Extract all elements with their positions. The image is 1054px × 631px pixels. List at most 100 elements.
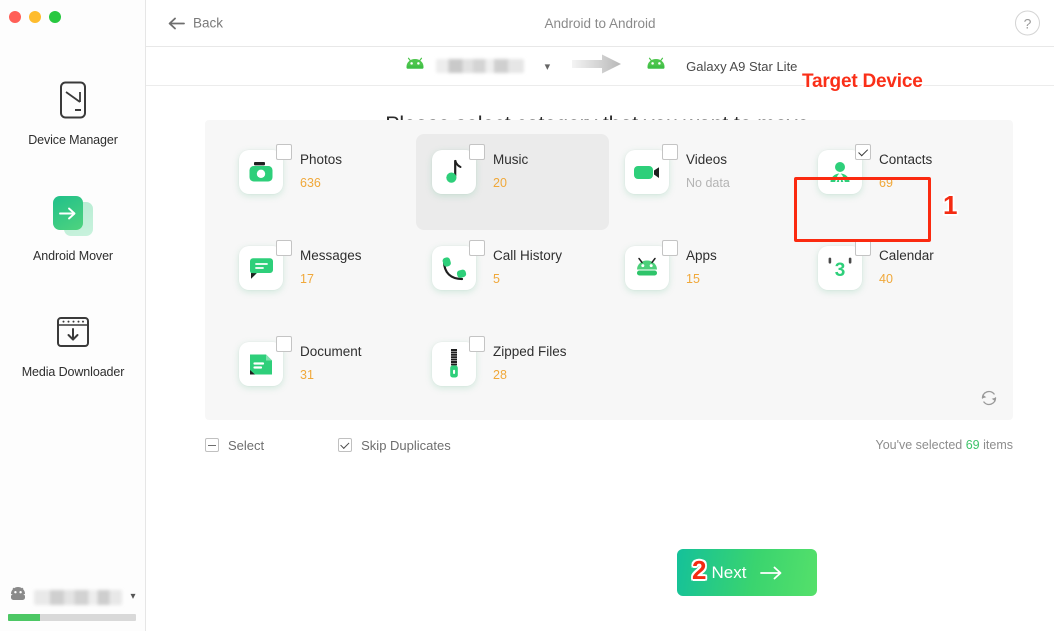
category-name: Music (493, 152, 529, 167)
category-text: Zipped Files 28 (493, 342, 567, 382)
category-card-music[interactable]: Music 20 (416, 134, 609, 230)
arrow-left-icon (168, 17, 185, 29)
sidebar-device-status[interactable]: ▾ (0, 579, 146, 631)
chevron-down-icon[interactable]: ▾ (128, 592, 138, 602)
category-count: 636 (300, 176, 321, 190)
category-card-calendar[interactable]: 3 Calendar 40 (802, 230, 995, 326)
category-card-contacts[interactable]: Contacts 69 (802, 134, 995, 230)
storage-progress-fill (8, 614, 40, 621)
svg-text:3: 3 (835, 260, 846, 281)
category-count: 20 (493, 176, 507, 190)
category-count: 28 (493, 368, 507, 382)
storage-progress-bar (8, 614, 136, 621)
zoom-window-button[interactable] (49, 11, 61, 23)
category-checkbox[interactable] (276, 144, 292, 160)
select-all-checkbox[interactable] (205, 438, 219, 452)
selected-prefix: You've selected (875, 438, 963, 452)
category-checkbox[interactable] (469, 336, 485, 352)
category-card-document[interactable]: Document 31 (223, 326, 416, 422)
category-card-apps[interactable]: Apps 15 (609, 230, 802, 326)
category-icon-wrap (818, 144, 871, 194)
source-device-selector[interactable]: ▾ (403, 57, 551, 76)
source-device-name (435, 59, 524, 73)
select-all-label: Select (228, 437, 265, 453)
selected-items-status: You've selected 69 items (876, 438, 1013, 452)
sidebar-item-device-manager[interactable]: Device Manager (0, 63, 146, 157)
category-grid: Photos 636 Music 20 Videos No data Contacts 69 M… (205, 120, 1013, 422)
category-icon-wrap: 3 (818, 240, 871, 290)
category-name: Apps (686, 248, 717, 263)
category-card-call-history[interactable]: Call History 5 (416, 230, 609, 326)
category-icon-wrap (625, 240, 678, 290)
sidebar-item-android-mover[interactable]: Android Mover (0, 179, 146, 273)
select-all-control[interactable]: Select (205, 438, 264, 453)
category-text: Photos 636 (300, 150, 342, 190)
close-window-button[interactable] (9, 11, 21, 23)
window-traffic-lights (9, 11, 61, 23)
sidebar-item-media-downloader[interactable]: Media Downloader (0, 295, 146, 389)
category-card-zipped-files[interactable]: Zipped Files 28 (416, 326, 609, 422)
help-button[interactable]: ? (1015, 10, 1040, 36)
transfer-direction-arrow-icon (572, 53, 622, 80)
category-text: Document 31 (300, 342, 362, 382)
media-downloader-icon (50, 309, 96, 355)
category-count: No data (686, 176, 730, 190)
category-icon-wrap (625, 144, 678, 194)
category-name: Call History (493, 248, 563, 263)
sidebar-item-label: Android Mover (33, 249, 113, 263)
category-checkbox[interactable] (855, 144, 871, 160)
category-text: Contacts 69 (879, 150, 932, 190)
category-text: Calendar 40 (879, 246, 934, 286)
refresh-icon[interactable] (979, 388, 999, 408)
category-checkbox[interactable] (276, 336, 292, 352)
selected-suffix: items (983, 438, 1013, 452)
category-count: 40 (879, 272, 893, 286)
minimize-window-button[interactable] (29, 11, 41, 23)
phone-outline-icon (50, 77, 96, 123)
category-card-photos[interactable]: Photos 636 (223, 134, 416, 230)
sidebar-item-label: Device Manager (28, 133, 118, 147)
category-name: Document (300, 344, 362, 359)
category-text: Music 20 (493, 150, 528, 190)
category-text: Call History 5 (493, 246, 562, 286)
skip-duplicates-control[interactable]: Skip Duplicates (338, 438, 451, 453)
sidebar: Device Manager Android Mover Media Downl… (0, 0, 146, 631)
category-count: 69 (879, 176, 893, 190)
target-device-chip: Galaxy A9 Star Lite (644, 57, 797, 76)
category-count: 31 (300, 368, 314, 382)
android-head-icon (403, 57, 427, 76)
skip-duplicates-checkbox[interactable] (338, 438, 353, 452)
annotation-step-1: 1 (943, 190, 958, 220)
category-icon-wrap (239, 144, 292, 194)
target-device-name: Galaxy A9 Star Lite (686, 58, 798, 74)
chevron-down-icon[interactable]: ▾ (545, 60, 551, 73)
target-device-annotation: Target Device (802, 71, 923, 92)
android-robot-icon (8, 587, 28, 607)
category-checkbox[interactable] (276, 240, 292, 256)
selected-count: 69 (965, 438, 980, 452)
sidebar-item-label: Media Downloader (21, 365, 125, 379)
category-card-messages[interactable]: Messages 17 (223, 230, 416, 326)
category-count: 17 (300, 272, 314, 286)
back-button[interactable]: Back (168, 16, 223, 31)
category-icon-wrap (432, 240, 485, 290)
sidebar-nav: Device Manager Android Mover Media Downl… (0, 63, 146, 411)
category-checkbox[interactable] (469, 240, 485, 256)
category-name: Photos (300, 152, 343, 167)
category-checkbox[interactable] (662, 240, 678, 256)
category-name: Contacts (879, 152, 933, 167)
main-content: Back Android to Android ? ▾ Galaxy A9 St… (146, 0, 1054, 631)
category-checkbox[interactable] (855, 240, 871, 256)
category-icon-wrap (432, 144, 485, 194)
category-checkbox[interactable] (469, 144, 485, 160)
category-icon-wrap (239, 336, 292, 386)
selection-controls: Select Skip Duplicates You've selected 6… (205, 425, 1013, 465)
sidebar-device-name (34, 589, 122, 605)
category-text: Messages 17 (300, 246, 362, 286)
arrow-right-icon (760, 566, 782, 579)
category-icon-wrap (432, 336, 485, 386)
category-text: Apps 15 (686, 246, 717, 286)
app-window: Device Manager Android Mover Media Downl… (0, 0, 1054, 631)
category-card-videos[interactable]: Videos No data (609, 134, 802, 230)
category-checkbox[interactable] (662, 144, 678, 160)
